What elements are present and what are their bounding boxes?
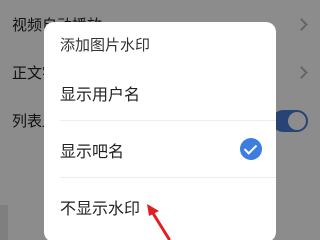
option-show-username[interactable]: 显示用户名 <box>44 64 276 120</box>
dialog-title: 添加图片水印 <box>60 36 151 54</box>
option-label: 不显示水印 <box>60 199 141 218</box>
option-label: 显示用户名 <box>60 85 141 104</box>
check-circle-icon <box>240 138 262 160</box>
option-label: 显示吧名 <box>60 142 125 161</box>
option-show-forum-name[interactable]: 显示吧名 <box>44 121 276 177</box>
annotation-arrow-icon <box>147 204 171 240</box>
